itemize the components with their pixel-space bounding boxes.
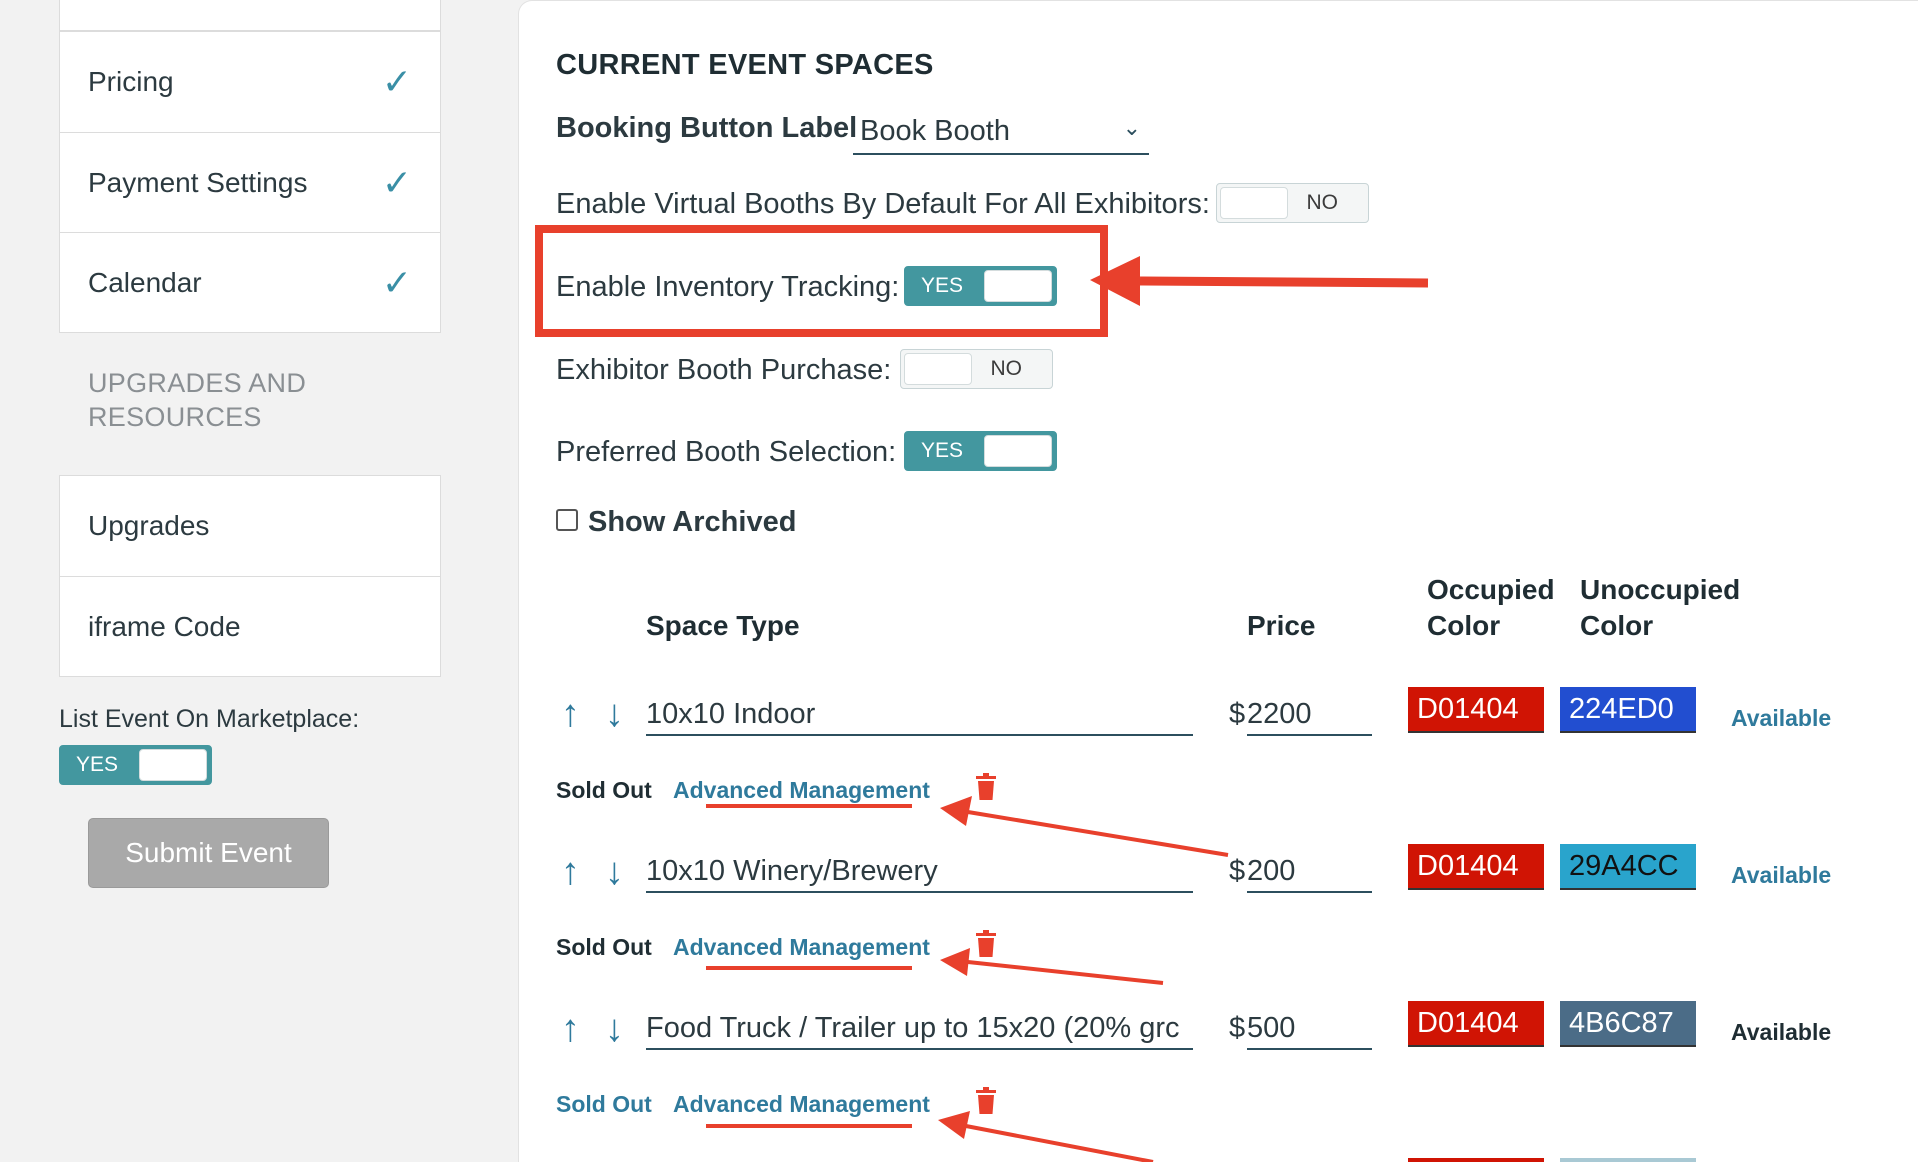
move-down-icon[interactable]: ↓ bbox=[605, 693, 624, 736]
sidebar-item-upgrades[interactable]: Upgrades bbox=[60, 476, 440, 576]
unoccupied-color-input[interactable] bbox=[1560, 1158, 1696, 1162]
event-spaces-panel: CURRENT EVENT SPACES Booking Button Labe… bbox=[518, 0, 1918, 1162]
unoccupied-color-input[interactable]: 4B6C87 bbox=[1560, 1001, 1696, 1047]
checkmark-icon: ✓ bbox=[381, 161, 412, 203]
show-archived-label[interactable]: Show Archived bbox=[588, 506, 796, 539]
sold-out-toggle[interactable]: Sold Out bbox=[556, 934, 652, 961]
sidebar-item-label: Calendar bbox=[88, 266, 202, 298]
sold-out-toggle[interactable]: Sold Out bbox=[556, 1091, 652, 1118]
sidebar-item-payment-settings[interactable]: Payment Settings ✓ bbox=[60, 132, 440, 232]
occupied-color-input[interactable]: D01404 bbox=[1408, 687, 1544, 733]
chevron-down-icon: ⌄ bbox=[1122, 115, 1141, 140]
booking-label-select[interactable]: Book Booth ⌄ bbox=[853, 109, 1149, 155]
toggle-knob bbox=[984, 435, 1052, 467]
toggle-state-label: YES bbox=[921, 274, 964, 297]
price-input[interactable]: 500 bbox=[1247, 1012, 1372, 1050]
sidebar-item-pricing[interactable]: Pricing ✓ bbox=[60, 32, 440, 132]
toggle-knob bbox=[1220, 187, 1288, 219]
currency-symbol: $ bbox=[1229, 698, 1246, 730]
toggle-knob bbox=[139, 749, 207, 781]
unoccupied-color-input[interactable]: 224ED0 bbox=[1560, 687, 1696, 733]
header-unoccupied-color: Unoccupied Color bbox=[1580, 572, 1740, 644]
preferred-booth-label: Preferred Booth Selection: bbox=[556, 436, 897, 468]
move-up-icon[interactable]: ↑ bbox=[561, 851, 580, 894]
booking-button-label: Booking Button Label bbox=[556, 112, 858, 144]
sold-out-toggle[interactable]: Sold Out bbox=[556, 777, 652, 804]
sidebar-item-calendar[interactable]: Calendar ✓ bbox=[60, 232, 440, 332]
space-type-input[interactable]: Food Truck / Trailer up to 15x20 (20% gr… bbox=[646, 1012, 1193, 1050]
toggle-state-label: NO bbox=[990, 357, 1023, 380]
move-up-icon[interactable]: ↑ bbox=[561, 1008, 580, 1051]
virtual-booths-toggle[interactable]: NO bbox=[1216, 183, 1369, 223]
currency-symbol: $ bbox=[1229, 1012, 1246, 1044]
price-input[interactable]: 2200 bbox=[1247, 698, 1372, 736]
toggle-knob bbox=[984, 270, 1052, 302]
advanced-management-link[interactable]: Advanced Management bbox=[673, 934, 930, 961]
header-price: Price bbox=[1247, 610, 1316, 641]
inventory-tracking-toggle[interactable]: YES bbox=[904, 266, 1057, 306]
sidebar-item-previous[interactable] bbox=[59, 0, 441, 31]
advanced-management-link[interactable]: Advanced Management bbox=[673, 777, 930, 804]
booth-purchase-toggle[interactable]: NO bbox=[900, 349, 1053, 389]
sidebar-item-iframe-code[interactable]: iframe Code bbox=[60, 576, 440, 676]
header-text: Color bbox=[1427, 610, 1501, 641]
space-type-input[interactable]: 10x10 Winery/Brewery bbox=[646, 855, 1193, 893]
inventory-tracking-label: Enable Inventory Tracking: bbox=[556, 271, 900, 303]
move-up-icon[interactable]: ↑ bbox=[561, 693, 580, 736]
move-down-icon[interactable]: ↓ bbox=[605, 851, 624, 894]
occupied-color-input[interactable]: D01404 bbox=[1408, 1001, 1544, 1047]
price-input[interactable]: 200 bbox=[1247, 855, 1372, 893]
sidebar-item-label: Pricing bbox=[88, 66, 174, 97]
header-occupied-color: Occupied Color bbox=[1427, 572, 1555, 644]
virtual-booths-label: Enable Virtual Booths By Default For All… bbox=[556, 188, 1210, 220]
occupied-color-input[interactable] bbox=[1408, 1158, 1544, 1162]
trash-icon[interactable] bbox=[975, 930, 997, 958]
trash-icon[interactable] bbox=[975, 773, 997, 801]
submit-event-button[interactable]: Submit Event bbox=[88, 818, 329, 888]
header-text: Unoccupied bbox=[1580, 574, 1741, 605]
booth-purchase-label: Exhibitor Booth Purchase: bbox=[556, 354, 892, 386]
checkmark-icon: ✓ bbox=[381, 61, 412, 102]
setup-steps-nav: Pricing ✓ Payment Settings ✓ Calendar ✓ bbox=[59, 31, 441, 333]
show-archived-checkbox[interactable] bbox=[556, 509, 578, 531]
space-type-input[interactable]: 10x10 Indoor bbox=[646, 698, 1193, 736]
status-toggle-available[interactable]: Available bbox=[1731, 1019, 1831, 1046]
header-text: Color bbox=[1580, 610, 1654, 641]
page-title: CURRENT EVENT SPACES bbox=[556, 49, 934, 81]
toggle-knob bbox=[904, 353, 972, 385]
sidebar: Pricing ✓ Payment Settings ✓ Calendar ✓ … bbox=[0, 0, 500, 1162]
trash-icon[interactable] bbox=[975, 1087, 997, 1115]
currency-symbol: $ bbox=[1229, 855, 1246, 887]
resources-nav: Upgrades iframe Code bbox=[59, 475, 441, 677]
section-title-upgrades: UPGRADES AND RESOURCES bbox=[88, 368, 307, 432]
marketplace-toggle[interactable]: YES bbox=[59, 745, 212, 785]
toggle-state-label: YES bbox=[921, 439, 964, 462]
move-down-icon[interactable]: ↓ bbox=[605, 1008, 624, 1051]
header-text: Occupied bbox=[1427, 574, 1555, 605]
advanced-management-link[interactable]: Advanced Management bbox=[673, 1091, 930, 1118]
status-toggle-available[interactable]: Available bbox=[1731, 862, 1831, 889]
marketplace-label: List Event On Marketplace: bbox=[59, 705, 360, 733]
sidebar-item-label: Payment Settings bbox=[88, 166, 308, 198]
toggle-state-label: YES bbox=[76, 753, 119, 776]
unoccupied-color-input[interactable]: 29A4CC bbox=[1560, 844, 1696, 890]
occupied-color-input[interactable]: D01404 bbox=[1408, 844, 1544, 890]
sidebar-item-label: Upgrades bbox=[88, 510, 210, 541]
toggle-state-label: NO bbox=[1306, 191, 1339, 214]
select-value: Book Booth bbox=[860, 114, 1010, 147]
preferred-booth-toggle[interactable]: YES bbox=[904, 431, 1057, 471]
header-space-type: Space Type bbox=[646, 610, 800, 641]
checkmark-icon: ✓ bbox=[381, 261, 412, 303]
sidebar-item-label: iframe Code bbox=[88, 610, 241, 642]
status-toggle-available[interactable]: Available bbox=[1731, 705, 1831, 732]
